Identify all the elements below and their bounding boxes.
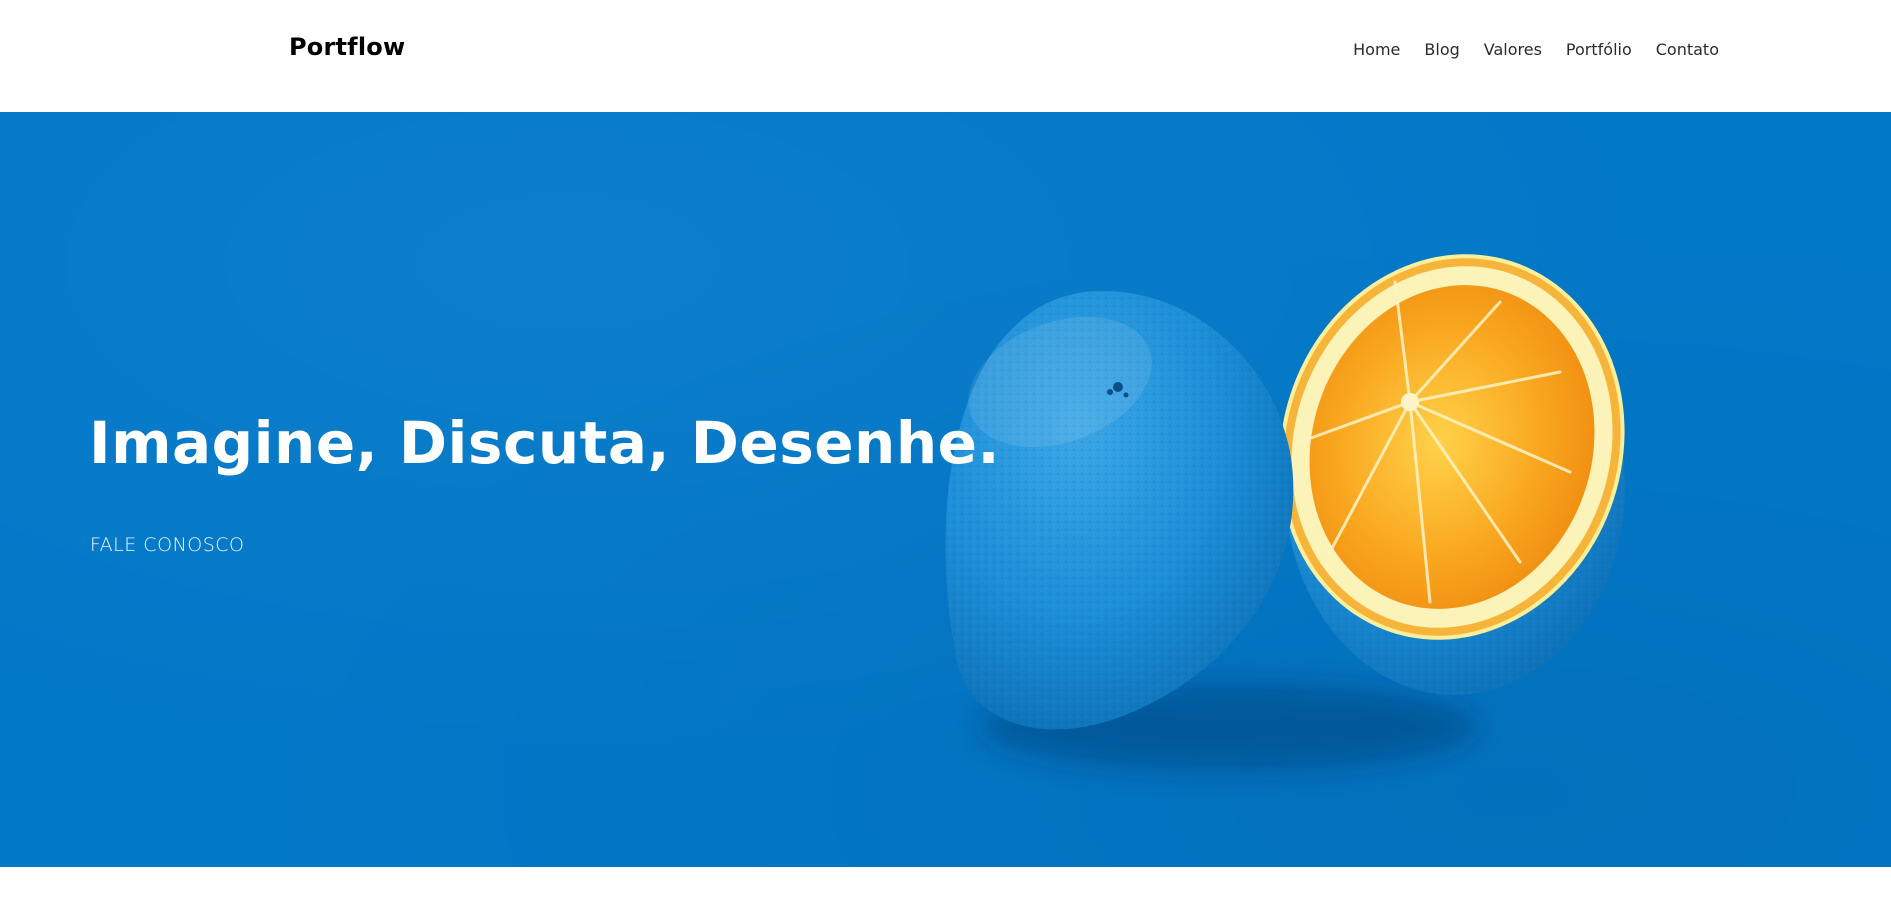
site-header: Portflow Home Blog Valores Portfólio Con…: [0, 0, 1891, 112]
brand-logo[interactable]: Portflow: [289, 33, 405, 61]
blue-orange-half: [945, 291, 1294, 730]
contact-us-link[interactable]: FALE CONOSCO: [90, 534, 244, 556]
hero-title: Imagine, Discuta, Desenhe.: [89, 409, 1001, 477]
nav-item-contato[interactable]: Contato: [1656, 40, 1719, 59]
nav-item-blog[interactable]: Blog: [1424, 40, 1459, 59]
hero-section: Imagine, Discuta, Desenhe. FALE CONOSCO: [0, 112, 1891, 867]
nav-item-home[interactable]: Home: [1353, 40, 1400, 59]
main-nav: Home Blog Valores Portfólio Contato: [1353, 40, 1719, 59]
nav-item-valores[interactable]: Valores: [1484, 40, 1542, 59]
nav-item-portfolio[interactable]: Portfólio: [1566, 40, 1632, 59]
cut-orange-half: [1279, 254, 1625, 695]
hero-image: [945, 254, 1625, 772]
